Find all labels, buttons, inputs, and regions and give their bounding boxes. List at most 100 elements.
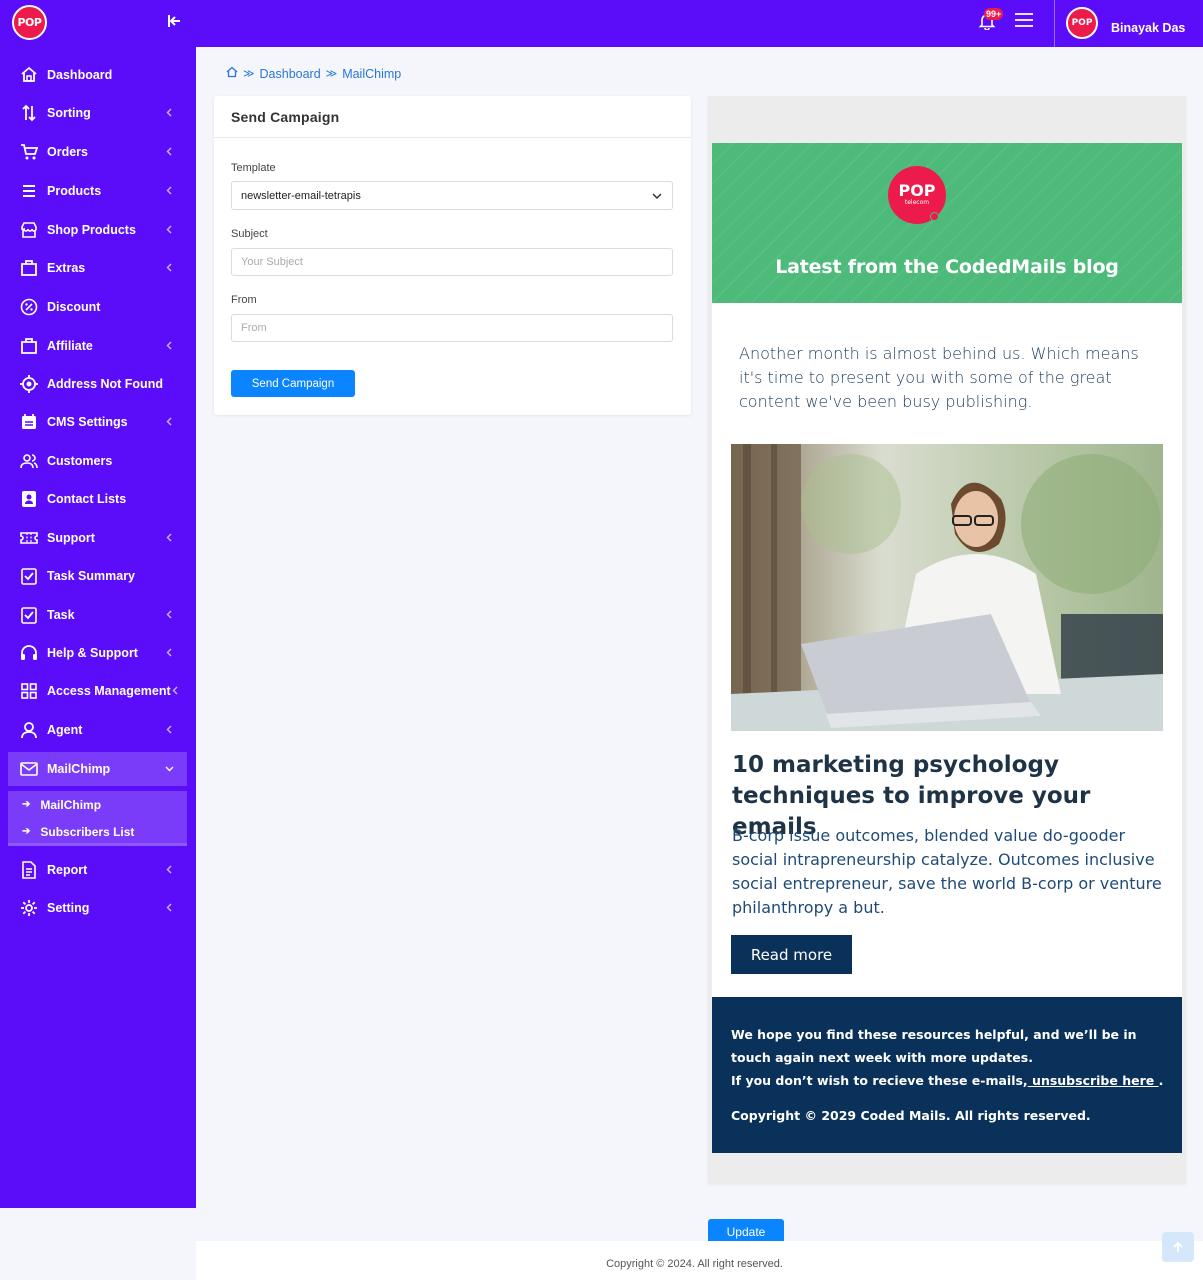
sidebar-item-label: Dashboard	[47, 68, 113, 82]
template-select[interactable]: newsletter-email-tetrapis	[231, 181, 673, 210]
email-intro: Another month is almost behind us. Which…	[739, 344, 1139, 411]
sidebar-item-label: Contact Lists	[47, 492, 127, 506]
email-copyright: Copyright © 2029 Coded Mails. All rights…	[731, 1108, 1091, 1123]
chevron-left-icon	[165, 415, 175, 429]
sidebar-item-label: Access Management	[47, 684, 171, 698]
chevron-left-icon	[165, 531, 175, 545]
sidebar-item-label: Affiliate	[47, 339, 93, 353]
sidebar-item-sorting[interactable]: Sorting	[8, 96, 187, 130]
sidebar-item-affiliate[interactable]: Affiliate	[8, 329, 187, 363]
submenu-item-mailchimp[interactable]: ➔ MailChimp	[8, 791, 187, 818]
subject-input[interactable]: Your Subject	[231, 248, 673, 276]
brand-logo-text: POP	[17, 16, 42, 29]
sidebar-item-extras[interactable]: Extras	[8, 251, 187, 285]
sidebar-item-setting[interactable]: Setting	[8, 891, 187, 925]
sidebar-item-discount[interactable]: Discount	[8, 290, 187, 324]
sidebar-item-label: Agent	[47, 723, 83, 737]
checklist-icon	[20, 606, 38, 624]
box-icon	[20, 259, 38, 277]
avatar-logo-text: POP	[1071, 18, 1093, 28]
chevron-left-icon	[165, 106, 175, 120]
footer-copyright: Copyright © 2024. All right reserved.	[606, 1258, 783, 1270]
sidebar-item-task[interactable]: Task	[8, 598, 187, 632]
sidebar-item-address-not-found[interactable]: Address Not Found	[8, 367, 187, 401]
chevron-left-icon	[165, 723, 175, 737]
collapse-sidebar-icon[interactable]	[166, 13, 182, 29]
sidebar-item-shop-products[interactable]: Shop Products	[8, 213, 187, 247]
send-campaign-button[interactable]: Send Campaign	[231, 370, 355, 397]
email-hero-title: Latest from the CodedMails blog	[775, 256, 1119, 278]
sidebar-item-task-summary[interactable]: Task Summary	[8, 559, 187, 593]
double-chevron-right-icon: ≫	[325, 68, 338, 80]
submenu-item-subscribers-list[interactable]: ➔ Subscribers List	[8, 818, 187, 845]
template-label: Template	[231, 162, 276, 174]
read-more-button[interactable]: Read more	[731, 935, 852, 974]
chevron-left-icon	[165, 608, 175, 622]
from-input[interactable]: From	[231, 314, 673, 342]
sidebar-item-customers[interactable]: Customers	[8, 444, 187, 478]
avatar[interactable]: POP	[1066, 7, 1098, 39]
hamburger-menu-icon[interactable]	[1015, 13, 1033, 27]
scroll-to-top-button[interactable]	[1162, 1232, 1194, 1262]
sidebar-item-orders[interactable]: Orders	[8, 135, 187, 169]
sidebar-item-label: MailChimp	[47, 762, 111, 776]
sidebar-item-label: Report	[47, 863, 88, 877]
unsubscribe-link[interactable]: unsubscribe here	[1028, 1073, 1159, 1088]
breadcrumb-mailchimp[interactable]: MailChimp	[342, 67, 401, 81]
sidebar-item-label: Products	[47, 184, 102, 198]
from-placeholder: From	[241, 322, 267, 334]
hero-texture	[712, 143, 1182, 303]
sort-icon	[20, 104, 38, 122]
sidebar-item-contact-lists[interactable]: Contact Lists	[8, 482, 187, 516]
sidebar-item-access-management[interactable]: Access Management	[8, 674, 187, 708]
chevron-left-icon	[165, 145, 175, 159]
ticket-icon	[20, 529, 38, 547]
sidebar-item-label: Support	[47, 531, 95, 545]
email-body: Another month is almost behind us. Which…	[712, 303, 1182, 997]
arrow-up-icon	[1173, 1241, 1183, 1252]
sidebar-item-dashboard[interactable]: Dashboard	[8, 58, 187, 92]
chevron-left-icon	[165, 261, 175, 275]
sidebar-item-label: Address Not Found	[47, 377, 163, 391]
user-name[interactable]: Binayak Das	[1111, 21, 1185, 35]
sidebar-item-label: Discount	[47, 300, 101, 314]
footer-line-2-prefix: If you don’t wish to recieve these e-mai…	[731, 1073, 1028, 1088]
sidebar-item-cms-settings[interactable]: CMS Settings	[8, 405, 187, 439]
contact-book-icon	[20, 490, 38, 508]
chevron-down-icon	[165, 762, 175, 776]
chevron-left-icon	[165, 646, 175, 660]
sidebar-item-help-support[interactable]: Help & Support	[8, 636, 187, 670]
calendar-icon	[20, 413, 38, 431]
footer-line-2-suffix: .	[1158, 1073, 1164, 1088]
sidebar-item-label: Shop Products	[47, 223, 136, 237]
brand-logo[interactable]: POP	[12, 5, 47, 40]
checklist-icon	[20, 567, 38, 585]
sidebar-item-report[interactable]: Report	[8, 853, 187, 887]
template-select-value: newsletter-email-tetrapis	[241, 189, 361, 202]
chevron-left-icon	[165, 184, 175, 198]
submenu-item-label: Subscribers List	[40, 824, 135, 839]
topbar-divider	[1054, 0, 1055, 47]
sidebar-item-agent[interactable]: Agent	[8, 713, 187, 747]
subject-placeholder: Your Subject	[241, 256, 303, 268]
send-campaign-card: Send Campaign Template newsletter-email-…	[214, 96, 691, 415]
breadcrumb-dashboard[interactable]: Dashboard	[260, 67, 321, 81]
article-body: B-corp issue outcomes, blended value do-…	[732, 826, 1162, 917]
headset-icon	[20, 644, 38, 662]
sidebar-item-label: Orders	[47, 145, 88, 159]
chevron-left-icon	[165, 339, 175, 353]
percent-icon	[20, 298, 38, 316]
sidebar-item-label: Help & Support	[47, 646, 138, 660]
sidebar-item-support[interactable]: Support	[8, 521, 187, 555]
chevron-left-icon	[165, 223, 175, 237]
sidebar-item-label: Task Summary	[47, 569, 136, 583]
user-icon	[20, 721, 38, 739]
footer-line-1: We hope you find these resources helpful…	[731, 1027, 1137, 1065]
sidebar-item-products[interactable]: Products	[8, 174, 187, 208]
sidebar-item-label: Task	[47, 608, 75, 622]
home-icon[interactable]	[226, 66, 238, 81]
email-footer: We hope you find these resources helpful…	[712, 997, 1182, 1153]
sidebar-item-mailchimp[interactable]: MailChimp	[8, 752, 187, 786]
email-preview: POP telecom Latest from the CodedMails b…	[708, 96, 1186, 1184]
sidebar-item-label: CMS Settings	[47, 415, 128, 429]
